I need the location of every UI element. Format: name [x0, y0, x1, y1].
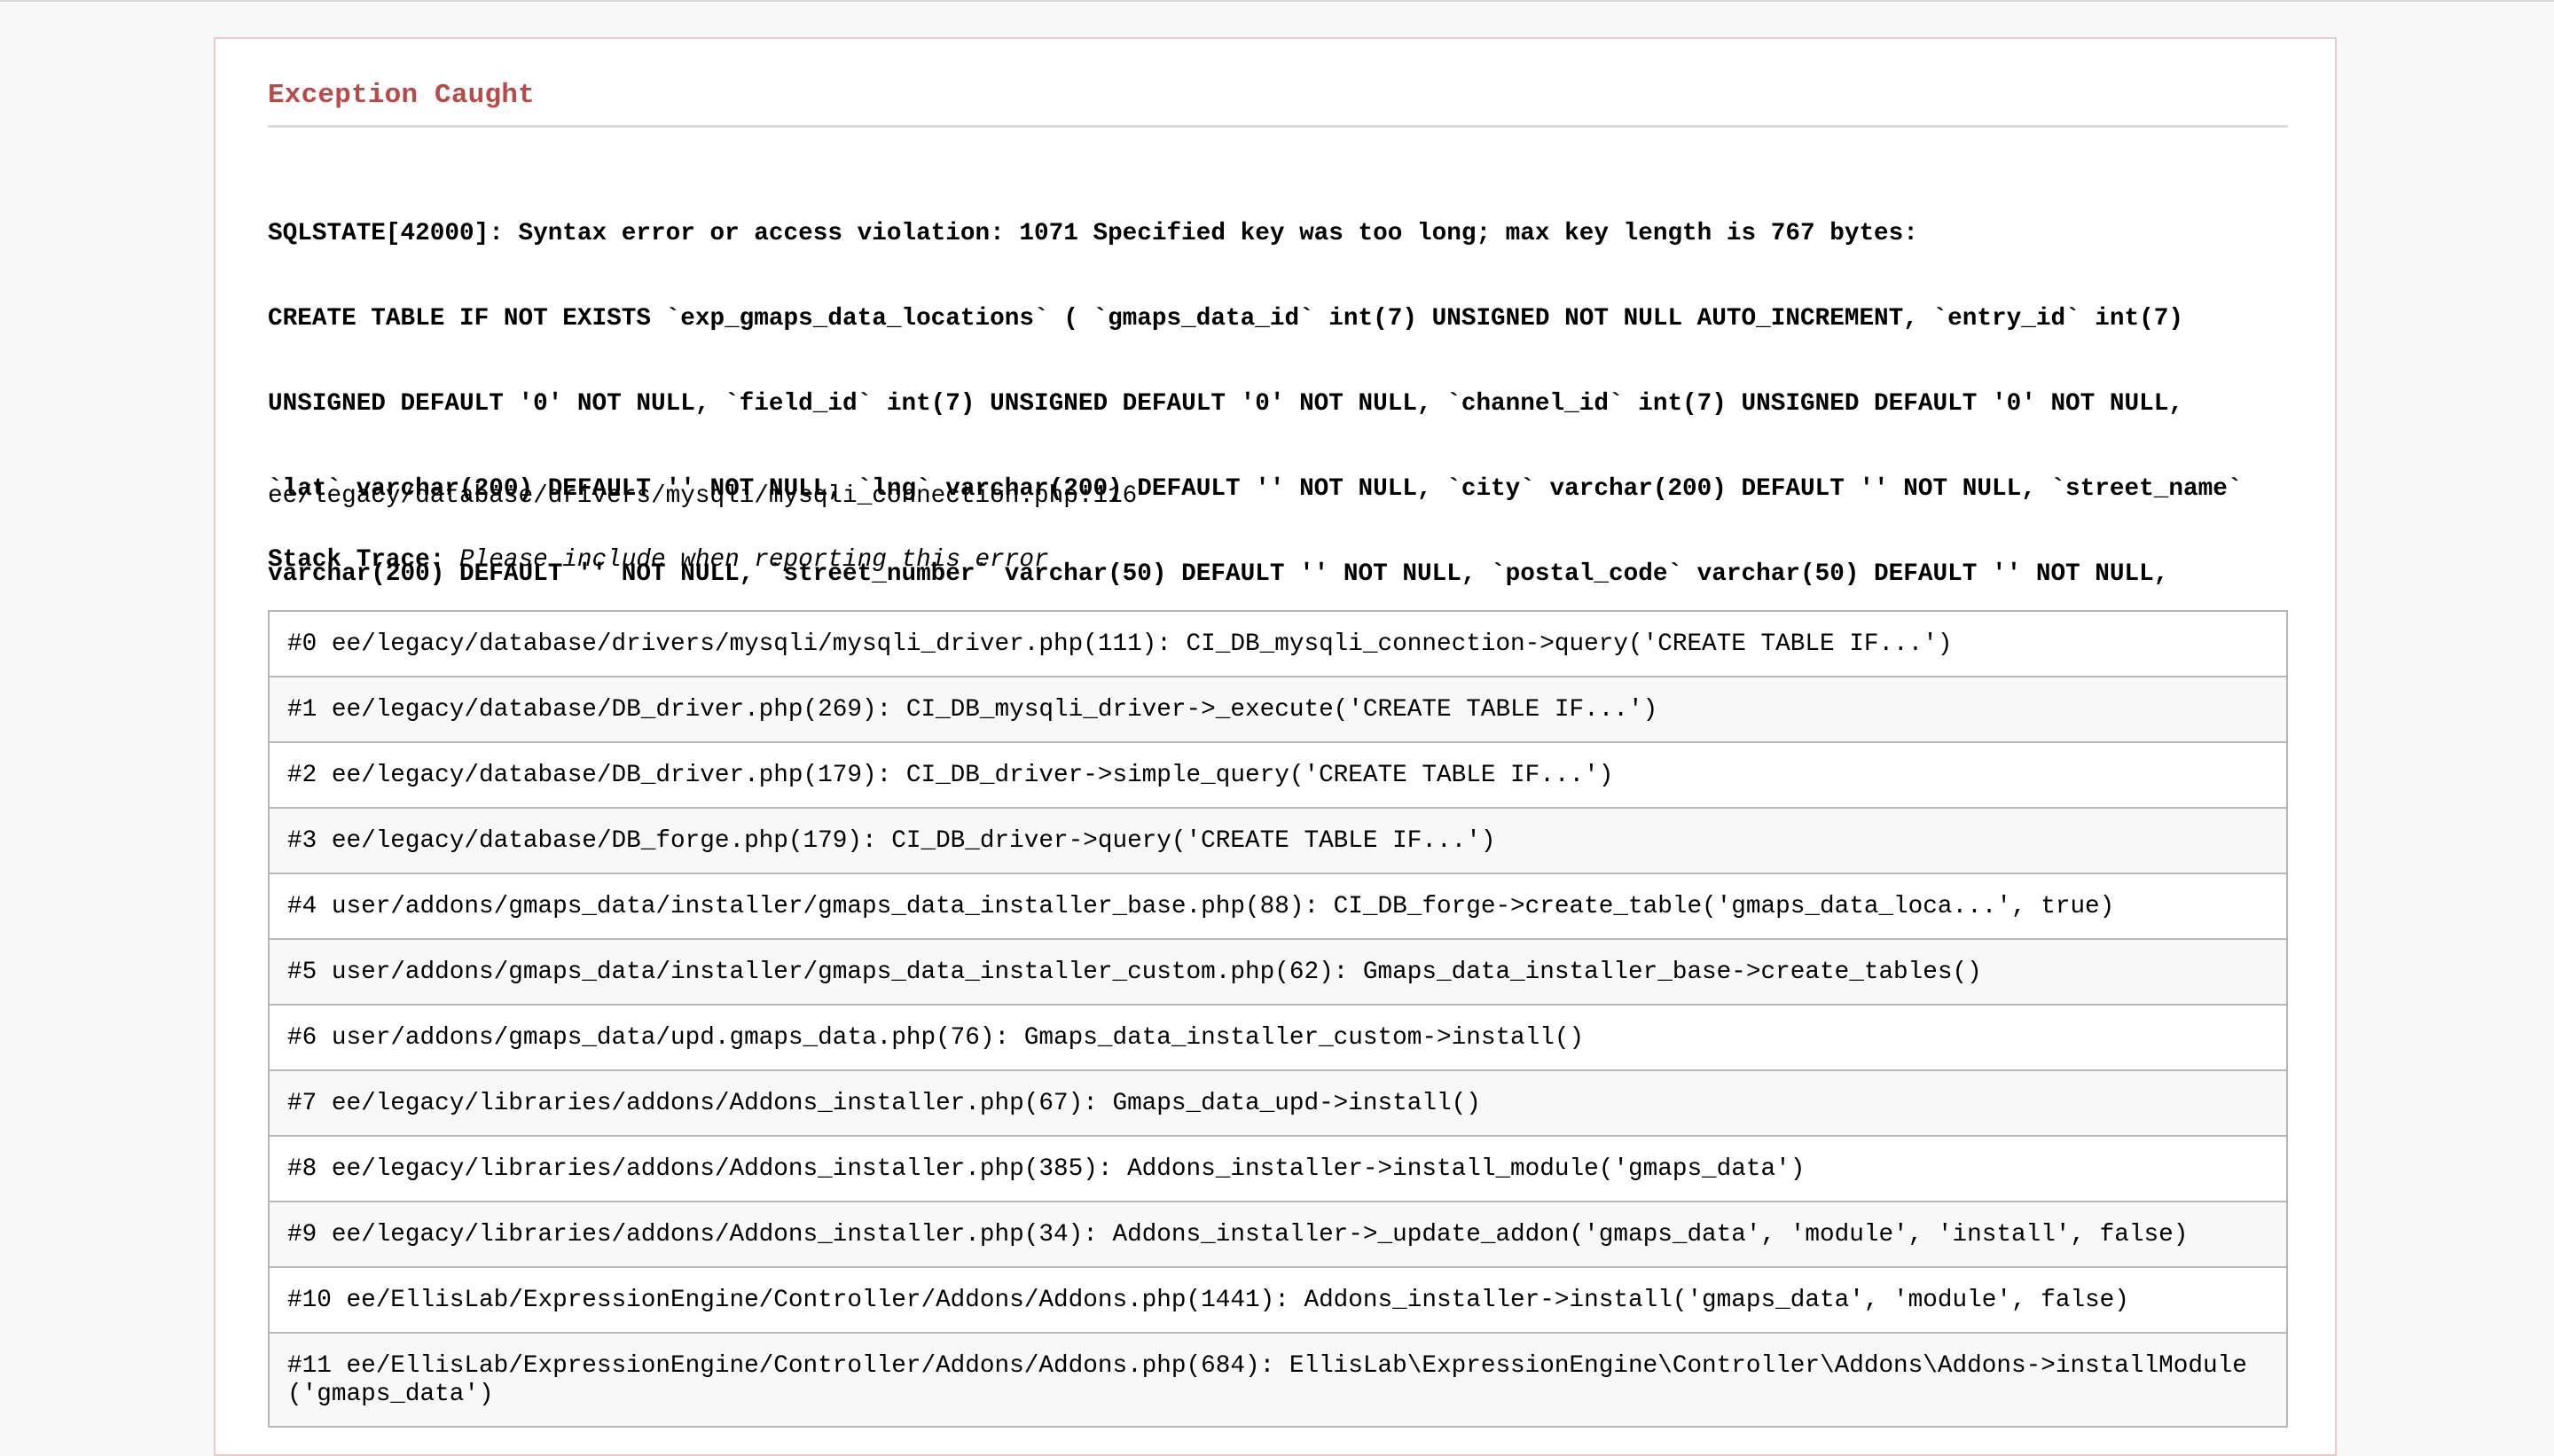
stack-trace-hint: Please include when reporting this error: [459, 546, 1049, 574]
stack-trace-row: #8 ee/legacy/libraries/addons/Addons_ins…: [270, 1135, 2286, 1201]
title-divider: [268, 125, 2288, 128]
page-title: Exception Caught: [268, 80, 535, 111]
stack-trace-row: #7 ee/legacy/libraries/addons/Addons_ins…: [270, 1069, 2286, 1135]
stack-trace-row: #10 ee/EllisLab/ExpressionEngine/Control…: [270, 1266, 2286, 1332]
stack-trace-row: #1 ee/legacy/database/DB_driver.php(269)…: [270, 676, 2286, 741]
stack-trace-row: #2 ee/legacy/database/DB_driver.php(179)…: [270, 741, 2286, 807]
error-file-location: ee/legacy/database/drivers/mysqli/mysqli…: [268, 482, 1138, 510]
stack-trace-row: #0 ee/legacy/database/drivers/mysqli/mys…: [270, 612, 2286, 676]
top-border: [0, 0, 2554, 2]
stack-trace-heading: Stack Trace: Please include when reporti…: [268, 546, 2288, 575]
stack-trace-row: #6 user/addons/gmaps_data/upd.gmaps_data…: [270, 1004, 2286, 1069]
stack-trace-row: #9 ee/legacy/libraries/addons/Addons_ins…: [270, 1201, 2286, 1266]
stack-trace-list: #0 ee/legacy/database/drivers/mysqli/mys…: [268, 610, 2288, 1428]
error-line: UNSIGNED DEFAULT '0' NOT NULL, `field_id…: [268, 390, 2183, 418]
exception-panel: Exception Caught SQLSTATE[42000]: Syntax…: [214, 37, 2337, 1456]
stack-trace-label: Stack Trace:: [268, 546, 445, 574]
stack-trace-row: #4 user/addons/gmaps_data/installer/gmap…: [270, 873, 2286, 938]
stack-trace-row: #11 ee/EllisLab/ExpressionEngine/Control…: [270, 1332, 2286, 1426]
stack-trace-row: #5 user/addons/gmaps_data/installer/gmap…: [270, 938, 2286, 1004]
error-line: CREATE TABLE IF NOT EXISTS `exp_gmaps_da…: [268, 305, 2183, 333]
stack-trace-row: #3 ee/legacy/database/DB_forge.php(179):…: [270, 807, 2286, 873]
error-line: SQLSTATE[42000]: Syntax error or access …: [268, 220, 1918, 247]
